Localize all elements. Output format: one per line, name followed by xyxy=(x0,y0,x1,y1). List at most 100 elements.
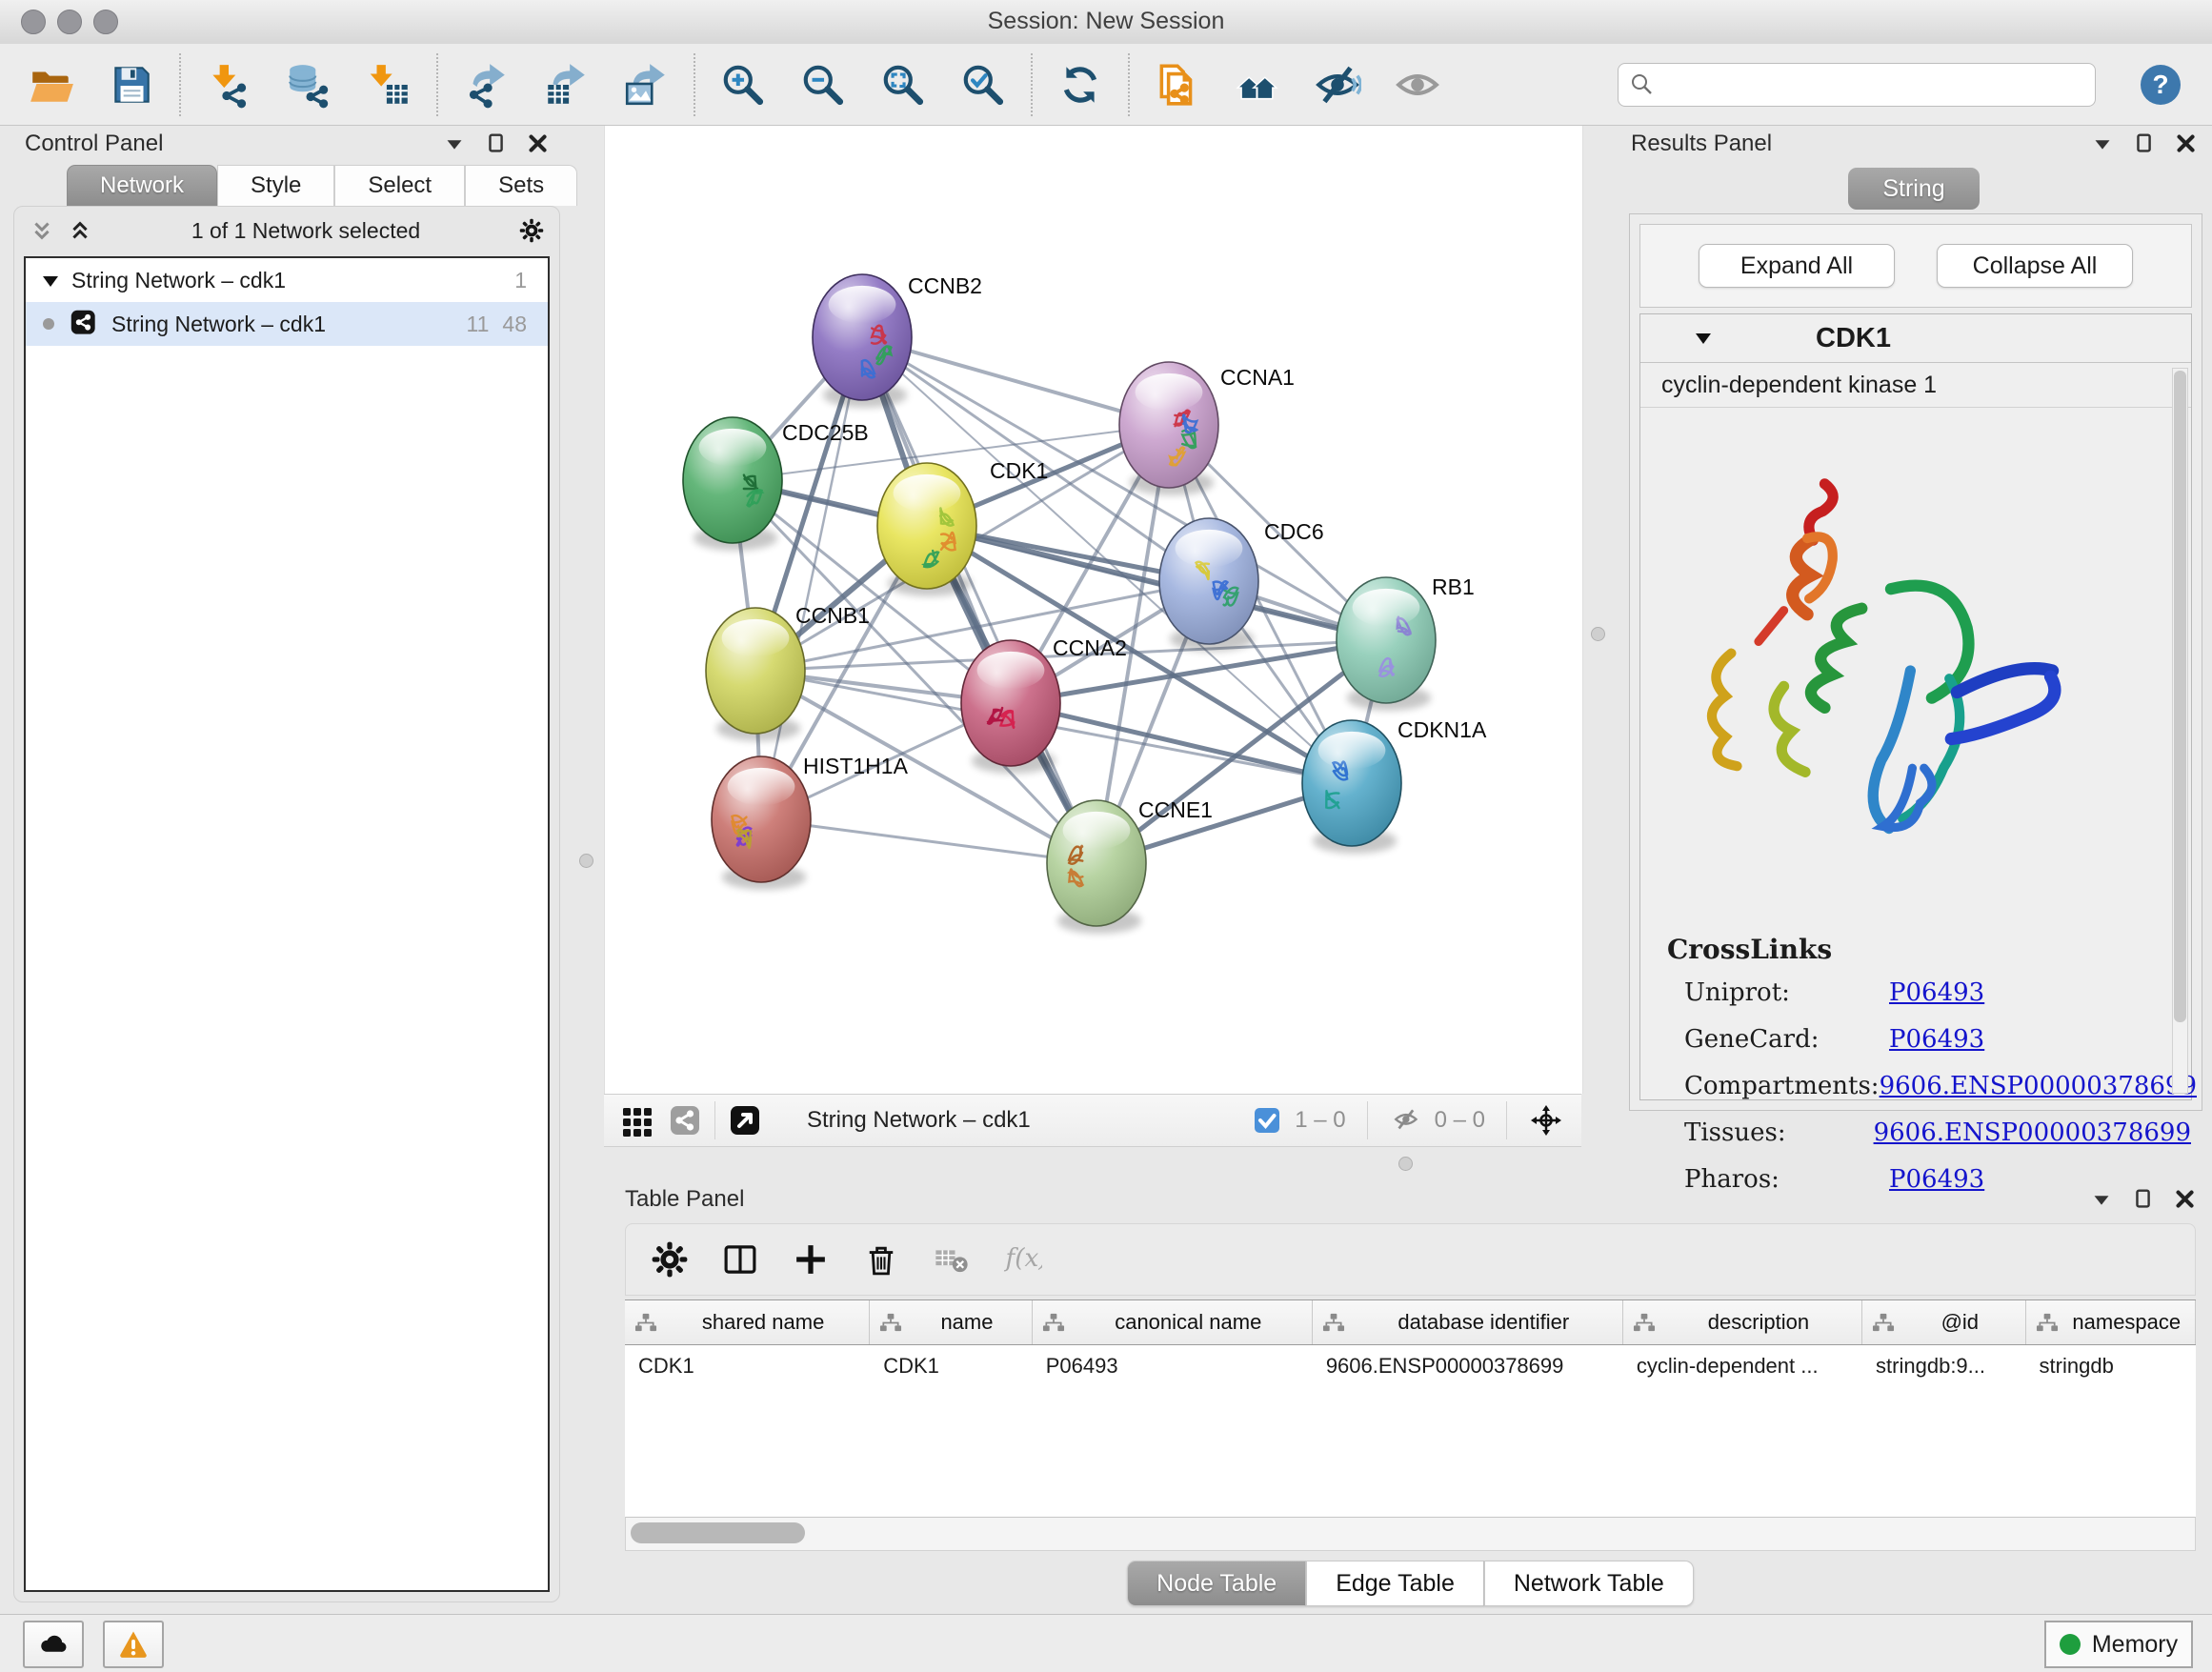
table-cell[interactable]: P06493 xyxy=(1033,1345,1313,1387)
selected-checkbox-icon[interactable] xyxy=(1249,1102,1285,1138)
crosslink-tissues-link[interactable]: 9606.ENSP00000378699 xyxy=(1874,1118,2191,1147)
network-view-canvas[interactable]: CCNB2CCNA1CDC25BCDK1CDC6RB1CCNB1CCNA2CDK… xyxy=(604,126,1583,1094)
results-scrollbar-thumb[interactable] xyxy=(2174,371,2186,1022)
column-header-shared-name[interactable]: shared name xyxy=(625,1300,870,1344)
export-image-icon[interactable] xyxy=(621,60,671,110)
expand-all-icon[interactable] xyxy=(66,216,94,245)
zoom-in-icon[interactable] xyxy=(718,60,768,110)
memory-button[interactable]: Memory xyxy=(2044,1621,2193,1668)
crosslink-uniprot-link[interactable]: P06493 xyxy=(1889,978,1984,1007)
hide-selected-icon[interactable] xyxy=(1313,60,1362,110)
split-column-icon[interactable] xyxy=(719,1239,761,1280)
new-network-from-selection-icon[interactable] xyxy=(1153,60,1202,110)
import-database-icon[interactable] xyxy=(284,60,333,110)
panel-close-icon[interactable] xyxy=(2171,1185,2200,1214)
network-node-rb1[interactable]: RB1 xyxy=(1337,574,1475,711)
tab-network-table[interactable]: Network Table xyxy=(1484,1561,1694,1606)
network-node-cdkn1a[interactable]: CDKN1A xyxy=(1302,717,1487,854)
network-edge[interactable] xyxy=(1011,703,1352,783)
network-node-ccna2[interactable]: CCNA2 xyxy=(961,635,1127,774)
gear-icon[interactable] xyxy=(649,1239,691,1280)
pan-crosshair-icon[interactable] xyxy=(1528,1102,1564,1138)
network-node-ccnb2[interactable]: CCNB2 xyxy=(813,273,982,408)
collapse-all-button[interactable]: Collapse All xyxy=(1937,244,2133,288)
table-hscrollbar[interactable] xyxy=(625,1517,2196,1551)
column-header-namespace[interactable]: namespace xyxy=(2026,1300,2196,1344)
export-network-icon[interactable] xyxy=(461,60,511,110)
zoom-out-icon[interactable] xyxy=(798,60,848,110)
tab-style[interactable]: Style xyxy=(217,165,334,206)
import-network-icon[interactable] xyxy=(204,60,253,110)
table-cell[interactable]: CDK1 xyxy=(870,1345,1033,1387)
network-collection-row[interactable]: String Network – cdk1 1 xyxy=(26,258,548,302)
mac-minimize-icon[interactable] xyxy=(57,10,82,34)
gear-icon[interactable] xyxy=(517,216,546,245)
node-table-row[interactable]: CDK1CDK1P064939606.ENSP00000378699cyclin… xyxy=(625,1345,2196,1387)
tab-node-table[interactable]: Node Table xyxy=(1127,1561,1306,1606)
tab-edge-table[interactable]: Edge Table xyxy=(1306,1561,1484,1606)
panel-menu-icon[interactable] xyxy=(440,130,469,158)
crosslink-genecard-link[interactable]: P06493 xyxy=(1889,1025,1984,1054)
bottom-splitter-handle[interactable] xyxy=(1398,1157,1413,1171)
apply-layout-icon[interactable] xyxy=(1056,60,1105,110)
table-cell[interactable]: CDK1 xyxy=(625,1345,870,1387)
help-icon[interactable]: ? xyxy=(2138,62,2183,108)
table-cell[interactable]: stringdb xyxy=(2026,1345,2196,1387)
search-input[interactable] xyxy=(1662,66,2095,104)
panel-float-icon[interactable] xyxy=(2129,1185,2158,1214)
network-edge[interactable] xyxy=(761,819,1096,863)
panel-menu-icon[interactable] xyxy=(2087,1185,2116,1214)
tab-select[interactable]: Select xyxy=(334,165,465,206)
grid-view-icon[interactable] xyxy=(617,1102,654,1138)
add-icon[interactable] xyxy=(790,1239,832,1280)
table-hscrollbar-thumb[interactable] xyxy=(631,1522,805,1543)
network-node-ccne1[interactable]: CCNE1 xyxy=(1047,797,1213,934)
table-cell[interactable]: stringdb:9... xyxy=(1862,1345,2026,1387)
fit-content-icon[interactable] xyxy=(878,60,928,110)
column-header-database-identifier[interactable]: database identifier xyxy=(1313,1300,1623,1344)
protein-expander-icon[interactable] xyxy=(1694,329,1713,348)
import-table-icon[interactable] xyxy=(364,60,413,110)
share-view-icon[interactable] xyxy=(667,1102,703,1138)
tab-network[interactable]: Network xyxy=(67,165,217,206)
mac-zoom-icon[interactable] xyxy=(93,10,118,34)
panel-close-icon[interactable] xyxy=(524,130,553,158)
panel-close-icon[interactable] xyxy=(2172,130,2201,158)
right-splitter-handle[interactable] xyxy=(1591,627,1605,641)
column-header-description[interactable]: description xyxy=(1623,1300,1862,1344)
column-header--id[interactable]: @id xyxy=(1862,1300,2025,1344)
string-network-graph[interactable]: CCNB2CCNA1CDC25BCDK1CDC6RB1CCNB1CCNA2CDK… xyxy=(605,126,1582,1094)
network-node-hist1h1a[interactable]: HIST1H1A xyxy=(712,754,909,890)
tree-expander-icon[interactable] xyxy=(41,271,60,290)
warning-button[interactable] xyxy=(103,1621,164,1668)
save-session-icon[interactable] xyxy=(107,60,156,110)
delete-icon[interactable] xyxy=(860,1239,902,1280)
panel-float-icon[interactable] xyxy=(2130,130,2159,158)
search-box[interactable] xyxy=(1618,63,2096,107)
panel-float-icon[interactable] xyxy=(482,130,511,158)
tab-string[interactable]: String xyxy=(1848,168,1979,210)
network-node-cdc6[interactable]: CDC6 xyxy=(1159,518,1324,652)
network-edge[interactable] xyxy=(862,337,1096,863)
network-row[interactable]: String Network – cdk1 11 48 xyxy=(26,302,548,346)
network-node-ccna1[interactable]: CCNA1 xyxy=(1119,362,1295,495)
tab-sets[interactable]: Sets xyxy=(465,165,577,206)
panel-menu-icon[interactable] xyxy=(2088,130,2117,158)
left-splitter-handle[interactable] xyxy=(579,854,593,868)
network-edge[interactable] xyxy=(761,337,862,819)
zoom-selected-icon[interactable] xyxy=(958,60,1008,110)
export-table-icon[interactable] xyxy=(541,60,591,110)
column-header-name[interactable]: name xyxy=(870,1300,1032,1344)
open-session-icon[interactable] xyxy=(27,60,76,110)
birdseye-toggle-icon[interactable] xyxy=(727,1102,763,1138)
crosslink-compartments-link[interactable]: 9606.ENSP00000378699 xyxy=(1880,1072,2197,1100)
expand-all-button[interactable]: Expand All xyxy=(1699,244,1895,288)
network-node-cdc25b[interactable]: CDC25B xyxy=(683,417,869,551)
table-cell[interactable]: cyclin-dependent ... xyxy=(1623,1345,1862,1387)
collapse-all-icon[interactable] xyxy=(28,216,56,245)
column-header-canonical-name[interactable]: canonical name xyxy=(1033,1300,1313,1344)
cloud-button[interactable] xyxy=(23,1621,84,1668)
network-node-cdk1[interactable]: CDK1 xyxy=(877,458,1048,596)
table-cell[interactable]: 9606.ENSP00000378699 xyxy=(1313,1345,1623,1387)
first-neighbors-icon[interactable] xyxy=(1233,60,1282,110)
